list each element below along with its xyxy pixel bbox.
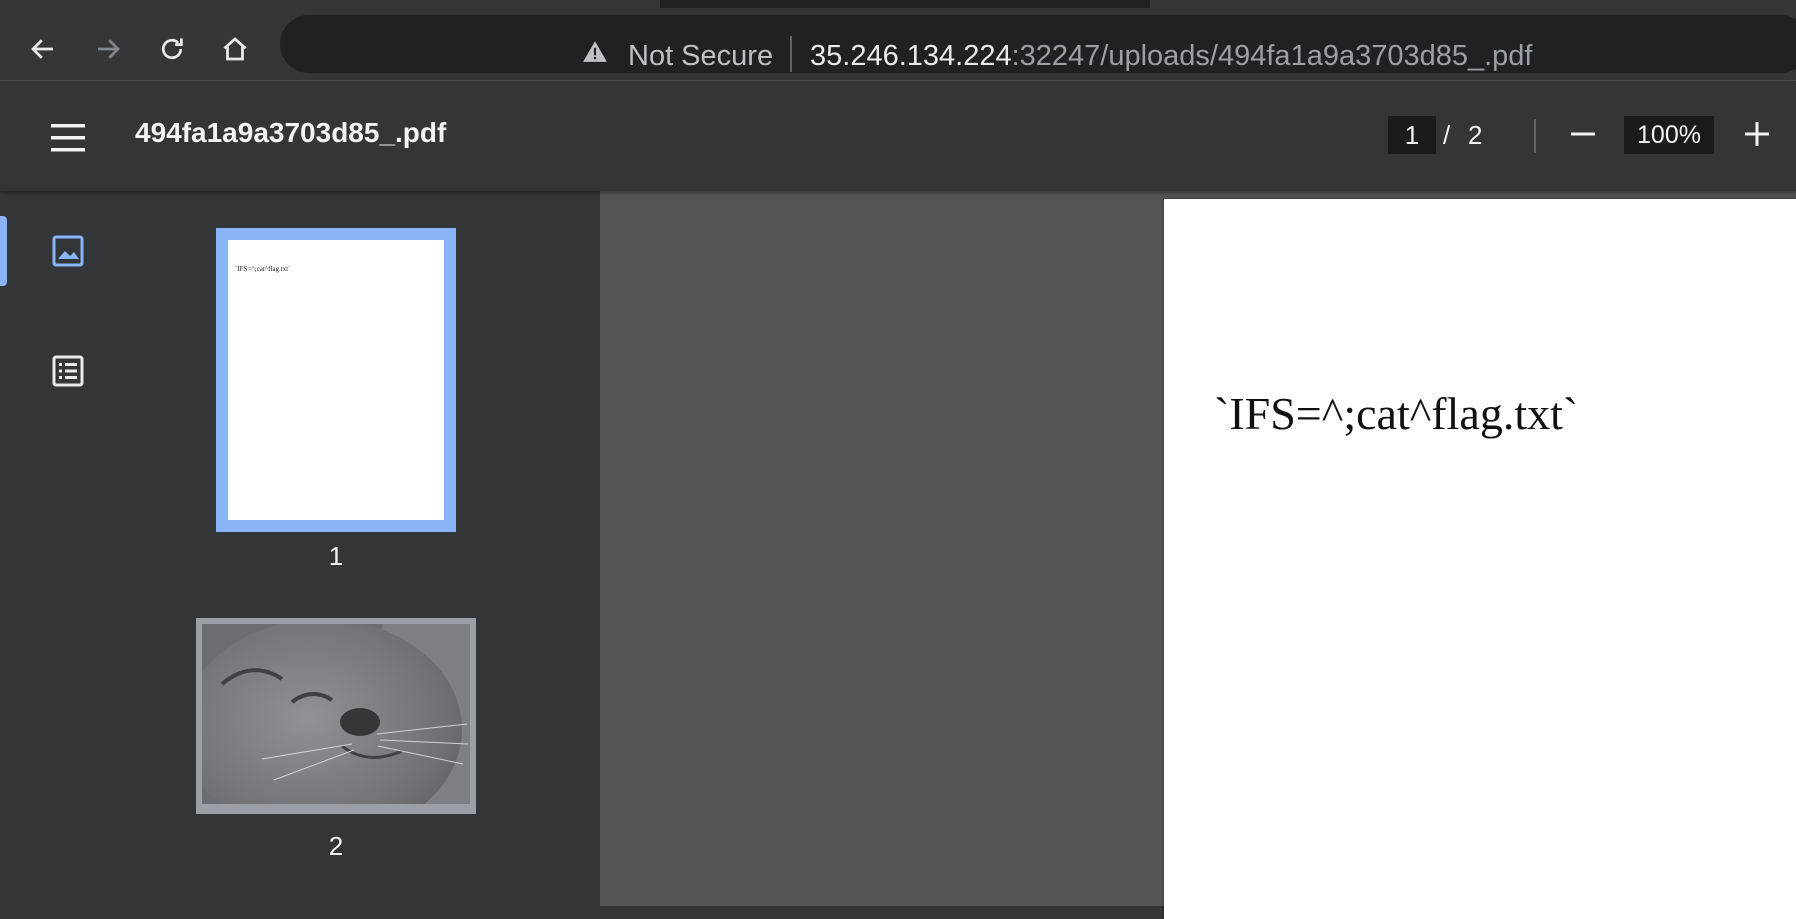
forward-button[interactable] bbox=[85, 26, 131, 72]
pdf-viewer[interactable]: `IFS=^;cat^flag.txt` bbox=[600, 191, 1796, 919]
zoom-out-icon bbox=[1571, 132, 1595, 136]
warning-icon[interactable] bbox=[582, 39, 608, 68]
forward-icon bbox=[98, 39, 120, 59]
zoom-out-button[interactable] bbox=[1560, 111, 1606, 157]
back-button[interactable] bbox=[20, 26, 66, 72]
url-path: :32247/uploads/494fa1a9a3703d85_.pdf bbox=[1011, 40, 1533, 72]
thumbnails-view-button[interactable] bbox=[48, 231, 88, 271]
url-host: 35.246.134.224 bbox=[810, 40, 1012, 72]
page-number-input[interactable]: 1 bbox=[1388, 116, 1436, 154]
outline-view-button[interactable] bbox=[48, 351, 88, 391]
thumbnail-page: `IFS=^;cat^flag.txt` bbox=[228, 240, 444, 520]
document-title: 494fa1a9a3703d85_.pdf bbox=[135, 117, 447, 148]
page-separator: / bbox=[1443, 120, 1451, 150]
thumbnails-icon bbox=[52, 235, 84, 267]
page-text: `IFS=^;cat^flag.txt` bbox=[1214, 388, 1579, 439]
home-button[interactable] bbox=[212, 26, 258, 72]
security-label[interactable]: Not Secure bbox=[628, 32, 773, 80]
omnibox-divider bbox=[790, 36, 792, 72]
omnibox[interactable]: Not Secure 35.246.134.224:32247/uploads/… bbox=[280, 15, 1796, 73]
zoom-in-button[interactable] bbox=[1734, 111, 1780, 157]
pdf-page: `IFS=^;cat^flag.txt` bbox=[1164, 199, 1796, 919]
outline-icon bbox=[52, 355, 84, 387]
zoom-level-input[interactable]: 100% bbox=[1624, 116, 1714, 154]
browser-tab[interactable] bbox=[1150, 0, 1796, 8]
zoom-in-icon bbox=[1745, 122, 1769, 146]
thumbnail-text: `IFS=^;cat^flag.txt` bbox=[235, 265, 291, 273]
toolbar-divider bbox=[1534, 119, 1536, 153]
browser-address-bar: Not Secure 35.246.134.224:32247/uploads/… bbox=[0, 8, 1796, 81]
thumbnail-label: 2 bbox=[328, 831, 344, 861]
browser-tab[interactable] bbox=[0, 0, 660, 8]
back-icon bbox=[31, 39, 53, 59]
tab-strip bbox=[0, 0, 1796, 8]
seal-image bbox=[202, 624, 470, 804]
reload-button[interactable] bbox=[149, 26, 195, 72]
home-icon bbox=[223, 37, 247, 61]
selected-view-indicator bbox=[0, 216, 7, 286]
pdf-sidebar: `IFS=^;cat^flag.txt` 1 2 bbox=[0, 191, 600, 906]
pdf-toolbar: 494fa1a9a3703d85_.pdf 1 / 2 100% bbox=[0, 81, 1796, 191]
sidebar-menu-button[interactable] bbox=[40, 113, 96, 163]
reload-icon bbox=[161, 38, 183, 60]
page-thumbnail-2[interactable] bbox=[196, 618, 476, 814]
page-total: 2 bbox=[1468, 120, 1483, 150]
menu-icon bbox=[51, 124, 85, 152]
thumbnail-label: 1 bbox=[328, 541, 344, 571]
url-text[interactable]: 35.246.134.224:32247/uploads/494fa1a9a37… bbox=[810, 32, 1532, 80]
page-thumbnail-1[interactable]: `IFS=^;cat^flag.txt` bbox=[216, 228, 456, 532]
